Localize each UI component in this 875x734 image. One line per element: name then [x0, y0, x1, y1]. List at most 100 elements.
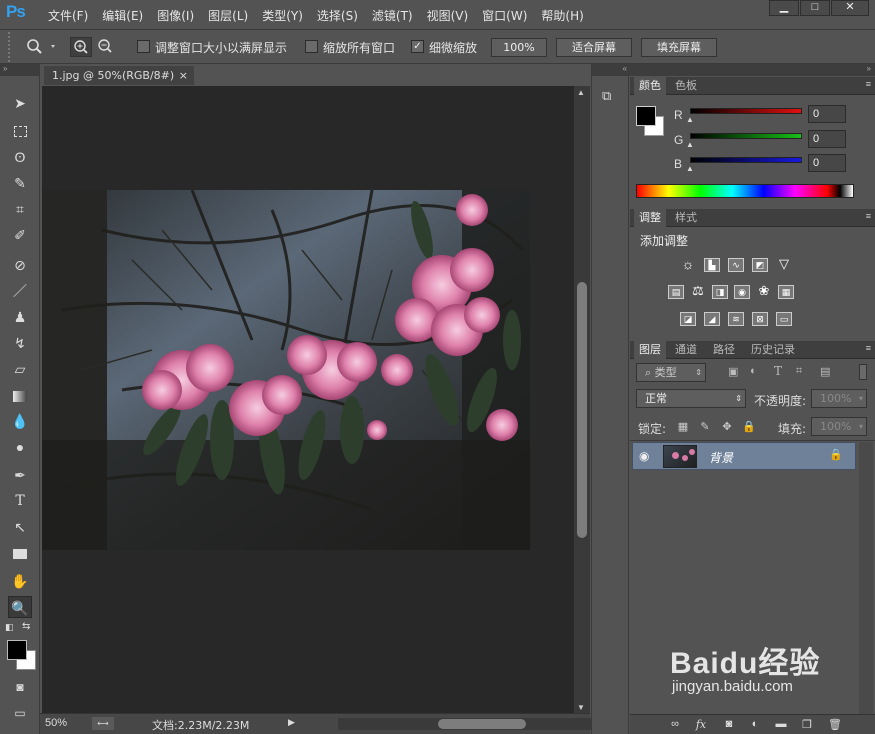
vertical-scroll-thumb[interactable] — [577, 282, 587, 538]
tab-channels[interactable]: 通道 — [670, 341, 702, 359]
lock-position-icon[interactable]: ✥ — [720, 420, 734, 434]
tools-collapse-icon[interactable]: » — [0, 64, 40, 76]
hand-tool-icon[interactable]: ✋ — [8, 570, 32, 592]
document-tab-close-icon[interactable]: × — [179, 66, 188, 85]
quick-select-tool-icon[interactable]: ✎ — [8, 172, 32, 194]
screen-mode-icon[interactable]: ▭ — [8, 702, 32, 724]
fx-icon[interactable]: fx — [694, 718, 708, 732]
exposure-icon[interactable]: ◩ — [752, 258, 768, 272]
r-slider-handle-icon[interactable]: ▲ — [686, 115, 694, 124]
scrubby-zoom-checkbox[interactable]: ✓ — [411, 40, 424, 53]
layer-name[interactable]: 背景 — [709, 449, 733, 466]
horizontal-scrollbar[interactable] — [338, 718, 610, 730]
tab-styles[interactable]: 样式 — [670, 209, 702, 227]
menu-layer[interactable]: 图层(L) — [208, 7, 248, 24]
zoom-in-mode-button[interactable] — [70, 37, 92, 57]
channel-mixer-icon[interactable]: ❀ — [756, 284, 772, 299]
add-mask-icon[interactable]: ◙ — [722, 718, 736, 732]
tab-adjustments[interactable]: 调整 — [634, 209, 666, 227]
scroll-up-icon[interactable]: ▲ — [577, 88, 585, 97]
eye-icon[interactable]: ◉ — [639, 449, 649, 463]
invert-icon[interactable]: ◪ — [680, 312, 696, 326]
zoom-out-mode-button[interactable] — [95, 37, 117, 57]
tab-color[interactable]: 颜色 — [634, 77, 666, 95]
color-balance-icon[interactable]: ⚖ — [690, 284, 706, 299]
filter-pixel-icon[interactable]: ▣ — [728, 365, 738, 378]
history-panel-icon[interactable]: ⧉ — [602, 88, 620, 106]
threshold-icon[interactable]: ≋ — [728, 312, 744, 326]
filter-type-icon[interactable]: T — [774, 364, 782, 378]
lasso-tool-icon[interactable]: ʘ — [8, 146, 32, 168]
color-spectrum-ramp[interactable] — [636, 184, 854, 198]
zoom-all-checkbox[interactable] — [305, 40, 318, 53]
panels-expand-icon[interactable]: » — [630, 64, 875, 76]
actual-pixels-button[interactable]: 100% — [491, 38, 547, 57]
curves-icon[interactable]: ∿ — [728, 258, 744, 272]
opacity-input[interactable]: 100% ▾ — [811, 389, 867, 408]
new-layer-icon[interactable]: ❐ — [800, 718, 814, 732]
minimize-button[interactable]: ▁ — [769, 0, 799, 16]
panel-foreground-swatch[interactable] — [636, 106, 656, 126]
photo-filter-icon[interactable]: ◉ — [734, 285, 750, 299]
g-slider[interactable] — [690, 133, 802, 139]
status-menu-arrow-icon[interactable]: ▶ — [288, 717, 295, 728]
g-value[interactable]: 0 — [808, 130, 846, 148]
black-white-icon[interactable]: ◨ — [712, 285, 728, 299]
fit-screen-button[interactable]: 适合屏幕 — [556, 38, 632, 57]
brush-tool-icon[interactable]: ／ — [8, 280, 32, 302]
r-slider[interactable] — [690, 108, 802, 114]
move-tool-icon[interactable]: ➤ — [8, 92, 32, 114]
b-slider-handle-icon[interactable]: ▲ — [686, 164, 694, 173]
color-panel-menu-icon[interactable]: ≡ — [866, 79, 871, 89]
g-slider-handle-icon[interactable]: ▲ — [686, 140, 694, 149]
brightness-contrast-icon[interactable]: ☼ — [680, 257, 696, 272]
lock-pixels-icon[interactable]: ✎ — [698, 420, 712, 434]
menu-image[interactable]: 图像(I) — [157, 7, 194, 24]
lock-all-icon[interactable]: 🔒 — [742, 420, 756, 434]
adjustment-layer-icon[interactable]: ◐ — [748, 718, 762, 732]
quick-mask-icon[interactable]: ◙ — [8, 676, 32, 698]
blend-mode-select[interactable]: 正常 ⇕ — [636, 389, 746, 408]
foreground-color-swatch[interactable] — [7, 640, 27, 660]
pen-tool-icon[interactable]: ✒ — [8, 464, 32, 486]
strip-collapse-icon[interactable]: « — [592, 64, 630, 76]
vibrance-icon[interactable]: ▽ — [776, 257, 792, 272]
zoom-tool-icon[interactable]: 🔍 — [8, 596, 32, 618]
b-value[interactable]: 0 — [808, 154, 846, 172]
b-slider[interactable] — [690, 157, 802, 163]
menu-window[interactable]: 窗口(W) — [482, 7, 527, 24]
menu-file[interactable]: 文件(F) — [48, 7, 88, 24]
menu-select[interactable]: 选择(S) — [317, 7, 358, 24]
rectangle-tool-icon[interactable] — [8, 542, 32, 564]
fill-screen-button[interactable]: 填充屏幕 — [641, 38, 717, 57]
layer-kind-filter[interactable]: ⌕ 类型 ⇕ — [636, 363, 706, 382]
new-group-icon[interactable]: ▬ — [774, 718, 788, 732]
horizontal-scroll-thumb[interactable] — [438, 719, 526, 729]
history-brush-tool-icon[interactable]: ↯ — [8, 332, 32, 354]
filter-adjustment-icon[interactable]: ◐ — [750, 365, 757, 377]
layers-panel-menu-icon[interactable]: ≡ — [866, 343, 871, 353]
link-layers-icon[interactable]: ∞ — [668, 718, 682, 732]
status-preview-icon[interactable]: ⟷ — [92, 717, 114, 730]
eraser-tool-icon[interactable]: ▱ — [8, 358, 32, 380]
path-selection-tool-icon[interactable]: ↖ — [8, 516, 32, 538]
document-tab[interactable]: 1.jpg @ 50%(RGB/8#) × — [44, 66, 194, 85]
healing-brush-tool-icon[interactable]: ⊘ — [8, 254, 32, 276]
delete-layer-icon[interactable]: 🗑 — [828, 718, 842, 732]
marquee-tool-icon[interactable] — [8, 119, 32, 141]
gradient-map-icon[interactable]: ▭ — [776, 312, 792, 326]
vertical-scrollbar[interactable]: ▲ ▼ — [574, 86, 590, 714]
resize-windows-checkbox[interactable] — [137, 40, 150, 53]
gradient-tool-icon[interactable] — [8, 384, 32, 406]
default-colors-icon[interactable]: ◧ — [5, 622, 17, 632]
selective-color-icon[interactable]: ⊠ — [752, 312, 768, 326]
zoom-tool-preset[interactable] — [24, 37, 60, 57]
menu-type[interactable]: 类型(Y) — [262, 7, 303, 24]
adjust-panel-menu-icon[interactable]: ≡ — [866, 211, 871, 221]
posterize-icon[interactable]: ◢ — [704, 312, 720, 326]
crop-tool-icon[interactable]: ⌗ — [8, 198, 32, 220]
tab-swatches[interactable]: 色板 — [670, 77, 702, 95]
blur-tool-icon[interactable]: 💧 — [8, 410, 32, 432]
scroll-down-icon[interactable]: ▼ — [577, 703, 585, 712]
fill-input[interactable]: 100% ▾ — [811, 417, 867, 436]
